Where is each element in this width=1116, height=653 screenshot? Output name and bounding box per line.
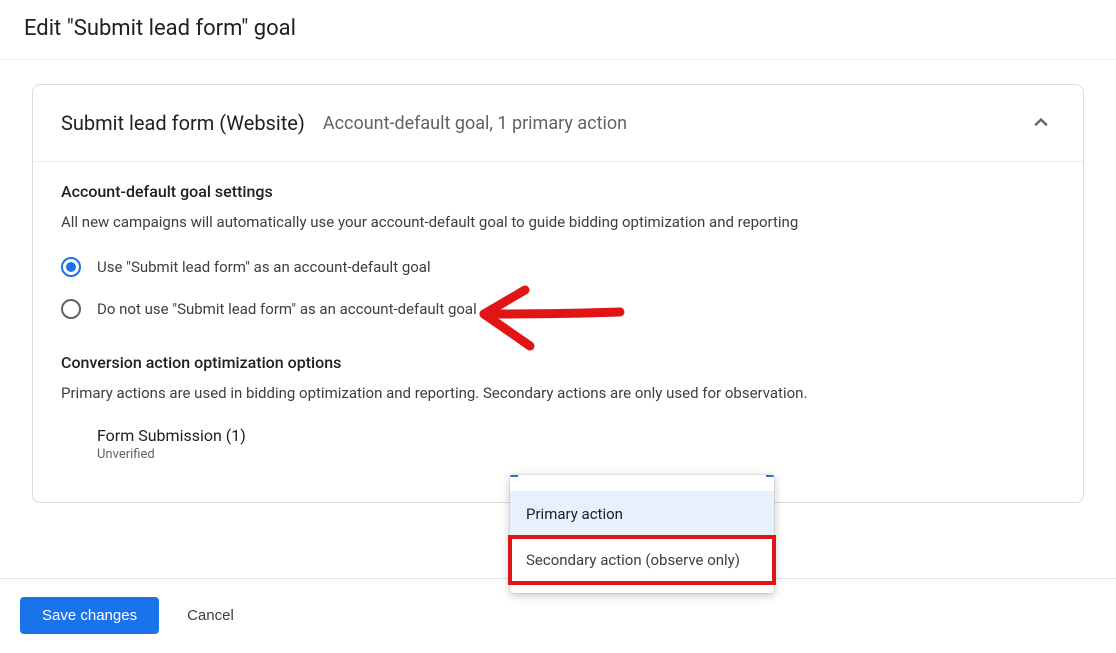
card-subtitle: Account-default goal, 1 primary action — [323, 113, 1027, 134]
card-body: Account-default goal settings All new ca… — [33, 162, 1083, 502]
default-goal-heading: Account-default goal settings — [61, 182, 1055, 201]
dropdown-item-secondary[interactable]: Secondary action (observe only) — [510, 537, 774, 583]
save-button[interactable]: Save changes — [20, 597, 159, 634]
default-goal-description: All new campaigns will automatically use… — [61, 213, 1055, 231]
goal-card: Submit lead form (Website) Account-defau… — [32, 84, 1084, 503]
conversion-action-status: Unverified — [97, 447, 1055, 462]
card-title: Submit lead form (Website) — [61, 111, 305, 135]
radio-icon — [61, 299, 81, 319]
radio-icon — [61, 257, 81, 277]
default-goal-radio-group: Use "Submit lead form" as an account-def… — [61, 251, 1055, 325]
action-type-dropdown[interactable]: Primary action Secondary action (observe… — [510, 475, 774, 593]
card-header[interactable]: Submit lead form (Website) Account-defau… — [33, 85, 1083, 162]
radio-label: Do not use "Submit lead form" as an acco… — [97, 300, 477, 318]
conversion-action-row: Form Submission (1) Unverified — [61, 422, 1055, 462]
chevron-up-icon — [1027, 109, 1055, 137]
radio-do-not-use-default[interactable]: Do not use "Submit lead form" as an acco… — [61, 293, 1055, 325]
cancel-button[interactable]: Cancel — [187, 607, 234, 624]
page-title: Edit "Submit lead form" goal — [24, 16, 1092, 41]
optimization-description: Primary actions are used in bidding opti… — [61, 384, 1055, 402]
radio-label: Use "Submit lead form" as an account-def… — [97, 258, 431, 276]
conversion-action-name: Form Submission (1) — [97, 426, 1055, 445]
dropdown-item-primary[interactable]: Primary action — [510, 491, 774, 537]
page-header: Edit "Submit lead form" goal — [0, 0, 1116, 60]
content-area: Submit lead form (Website) Account-defau… — [0, 60, 1116, 503]
optimization-heading: Conversion action optimization options — [61, 353, 1055, 372]
radio-use-default[interactable]: Use "Submit lead form" as an account-def… — [61, 251, 1055, 283]
